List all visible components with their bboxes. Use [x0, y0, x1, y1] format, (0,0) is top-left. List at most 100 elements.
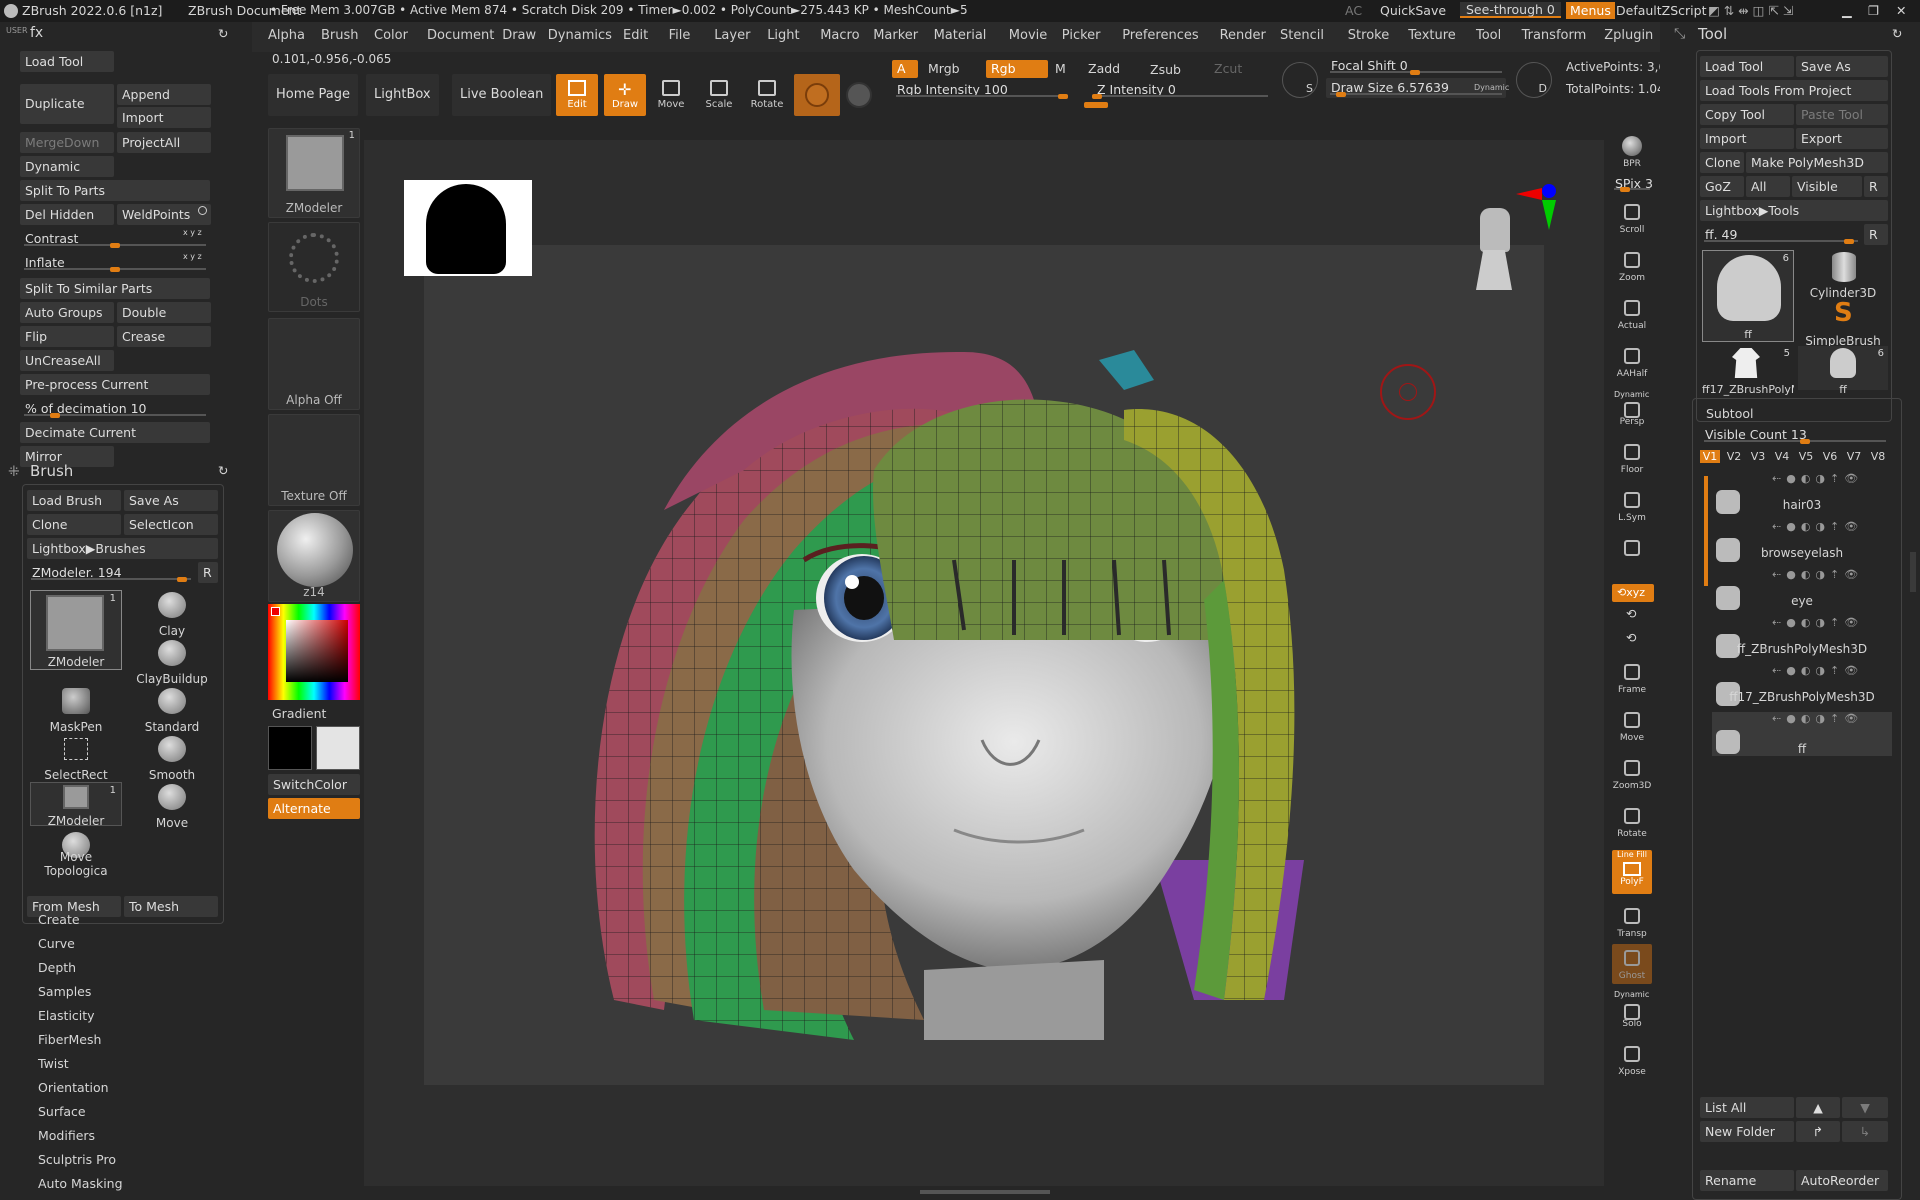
menu-stroke[interactable]: Stroke: [1348, 28, 1389, 43]
z-rotate-icon[interactable]: ⟲: [1626, 630, 1636, 645]
tool-clone-button[interactable]: Clone: [1700, 152, 1744, 173]
frame-button[interactable]: Frame: [1612, 658, 1652, 698]
to-mesh-button[interactable]: To Mesh: [124, 896, 218, 917]
a-toggle[interactable]: A: [892, 60, 918, 78]
section-sculptris-pro[interactable]: Sculptris Pro: [38, 1152, 116, 1167]
section-twist[interactable]: Twist: [38, 1056, 69, 1071]
main-color-swatch[interactable]: [268, 726, 312, 770]
dynamic-toggle[interactable]: Dynamic: [1474, 83, 1509, 92]
focal-shift-slider[interactable]: Focal Shift 0: [1326, 56, 1506, 76]
selecticon-button[interactable]: SelectIcon: [124, 514, 218, 535]
see-through-slider[interactable]: See-through 0: [1460, 2, 1561, 18]
brush-zmodeler-main[interactable]: 1 ZModeler: [30, 590, 122, 670]
move-view-button[interactable]: Move: [1612, 706, 1652, 746]
horizontal-scroll-handle[interactable]: [920, 1190, 1050, 1194]
transp-button[interactable]: Transp: [1612, 902, 1652, 942]
scale-button[interactable]: Scale: [698, 74, 740, 116]
subtool-toggle-icons[interactable]: ⇠●◐◑⇡👁: [1772, 520, 1863, 533]
weldpoints-option-icon[interactable]: [198, 206, 207, 215]
home-page-button[interactable]: Home Page: [268, 74, 358, 116]
load-tools-from-project-button[interactable]: Load Tools From Project: [1700, 80, 1888, 101]
y-rotate-icon[interactable]: ⟲: [1626, 606, 1636, 621]
actual-button[interactable]: Actual: [1612, 294, 1652, 334]
brush-standard[interactable]: Standard: [130, 686, 214, 734]
load-brush-button[interactable]: Load Brush: [27, 490, 121, 511]
save-as-button-right[interactable]: Save As: [1796, 56, 1888, 77]
view-tab-v7[interactable]: V7: [1844, 450, 1864, 463]
brush-r-button[interactable]: R: [198, 562, 218, 583]
close-icon[interactable]: ✕: [1896, 3, 1906, 18]
color-swatch-icon[interactable]: [846, 82, 872, 108]
stroke-thumbnail[interactable]: Dots: [268, 222, 360, 312]
minimize-icon[interactable]: ▁: [1842, 3, 1852, 18]
tool-thumb-simplebrush[interactable]: S SimpleBrush: [1798, 298, 1888, 348]
flip-button[interactable]: Flip: [20, 326, 114, 347]
refresh-icon[interactable]: ↻: [218, 26, 228, 41]
subtool-toggle-icons[interactable]: ⇠●◐◑⇡👁: [1772, 472, 1863, 485]
decimation-slider[interactable]: % of decimation 10: [20, 398, 210, 419]
folder-in-button[interactable]: ↱: [1796, 1121, 1840, 1142]
zoom3d-button[interactable]: Zoom3D: [1612, 754, 1652, 794]
append-button[interactable]: Append: [117, 84, 211, 105]
menu-brush[interactable]: Brush: [321, 28, 359, 43]
brush-move[interactable]: Move: [130, 782, 214, 830]
move-down-button[interactable]: ▼: [1842, 1097, 1888, 1118]
goz-all-button[interactable]: All: [1746, 176, 1790, 197]
lsym-button[interactable]: L.Sym: [1612, 486, 1652, 526]
menu-marker[interactable]: Marker: [873, 28, 918, 43]
subtool-row[interactable]: ⇠●◐◑⇡👁 browseyelash: [1712, 520, 1892, 564]
lightbox-button[interactable]: LightBox: [366, 74, 439, 116]
split-similar-button[interactable]: Split To Similar Parts: [20, 278, 210, 299]
mergedown-button[interactable]: MergeDown: [20, 132, 114, 153]
secondary-color-swatch[interactable]: [316, 726, 360, 770]
view-tab-v8[interactable]: V8: [1868, 450, 1888, 463]
section-samples[interactable]: Samples: [38, 984, 91, 999]
goz-r-button[interactable]: R: [1864, 176, 1888, 197]
xpose-button[interactable]: Xpose: [1612, 1040, 1652, 1080]
maximize-icon[interactable]: ❐: [1868, 3, 1879, 18]
viewport-canvas[interactable]: [364, 140, 1604, 1186]
palette-dock-icon[interactable]: ⁜: [8, 464, 20, 480]
rotate-button[interactable]: Rotate: [746, 74, 788, 116]
aahalf-button[interactable]: AAHalf: [1612, 342, 1652, 382]
make-polymesh-button[interactable]: Make PolyMesh3D: [1746, 152, 1888, 173]
material-thumbnail[interactable]: z14: [268, 510, 360, 602]
brush-refresh-icon[interactable]: ↻: [218, 463, 228, 478]
m-button[interactable]: M: [1055, 61, 1066, 76]
menu-render[interactable]: Render: [1220, 28, 1266, 43]
texture-thumbnail[interactable]: Texture Off: [268, 414, 360, 506]
inflate-slider[interactable]: Inflate: [20, 252, 210, 273]
view-tab-v6[interactable]: V6: [1820, 450, 1840, 463]
move-button[interactable]: Move: [650, 74, 692, 116]
menu-file[interactable]: File: [669, 28, 691, 43]
subtool-row[interactable]: ⇠●◐◑⇡👁 ff: [1712, 712, 1892, 756]
subtool-toggle-icons[interactable]: ⇠●◐◑⇡👁: [1772, 616, 1863, 629]
menu-macro[interactable]: Macro: [820, 28, 859, 43]
paste-tool-button[interactable]: Paste Tool: [1796, 104, 1888, 125]
view-tab-v4[interactable]: V4: [1772, 450, 1792, 463]
list-all-button[interactable]: List All: [1700, 1097, 1794, 1118]
zoom-button[interactable]: Zoom: [1612, 246, 1652, 286]
menu-alpha[interactable]: Alpha: [268, 28, 305, 43]
default-zscript-button[interactable]: DefaultZScript: [1616, 3, 1707, 18]
draw-d-icon[interactable]: D: [1516, 62, 1552, 98]
gradient-label[interactable]: Gradient: [272, 706, 326, 721]
tool-dock-icon[interactable]: ⤡: [1674, 26, 1685, 42]
switchcolor-button[interactable]: SwitchColor: [268, 774, 360, 795]
import-button[interactable]: Import: [117, 107, 211, 128]
quicksave-button[interactable]: QuickSave: [1380, 3, 1446, 18]
view-tab-v1[interactable]: V1: [1700, 450, 1720, 463]
menu-layer[interactable]: Layer: [714, 28, 750, 43]
menu-stencil[interactable]: Stencil: [1280, 28, 1324, 43]
rename-button[interactable]: Rename: [1700, 1170, 1794, 1191]
view-tab-v2[interactable]: V2: [1724, 450, 1744, 463]
section-orientation[interactable]: Orientation: [38, 1080, 109, 1095]
move-up-button[interactable]: ▲: [1796, 1097, 1840, 1118]
subtool-row[interactable]: ⇠●◐◑⇡👁 ff17_ZBrushPolyMesh3D: [1712, 664, 1892, 708]
menu-movie[interactable]: Movie: [1009, 28, 1047, 43]
copy-tool-button[interactable]: Copy Tool: [1700, 104, 1794, 125]
mrgb-button[interactable]: Mrgb: [928, 61, 960, 76]
del-hidden-button[interactable]: Del Hidden: [20, 204, 114, 225]
rgb-intensity-slider[interactable]: Rgb Intensity 100: [892, 80, 1072, 100]
section-modifiers[interactable]: Modifiers: [38, 1128, 95, 1143]
